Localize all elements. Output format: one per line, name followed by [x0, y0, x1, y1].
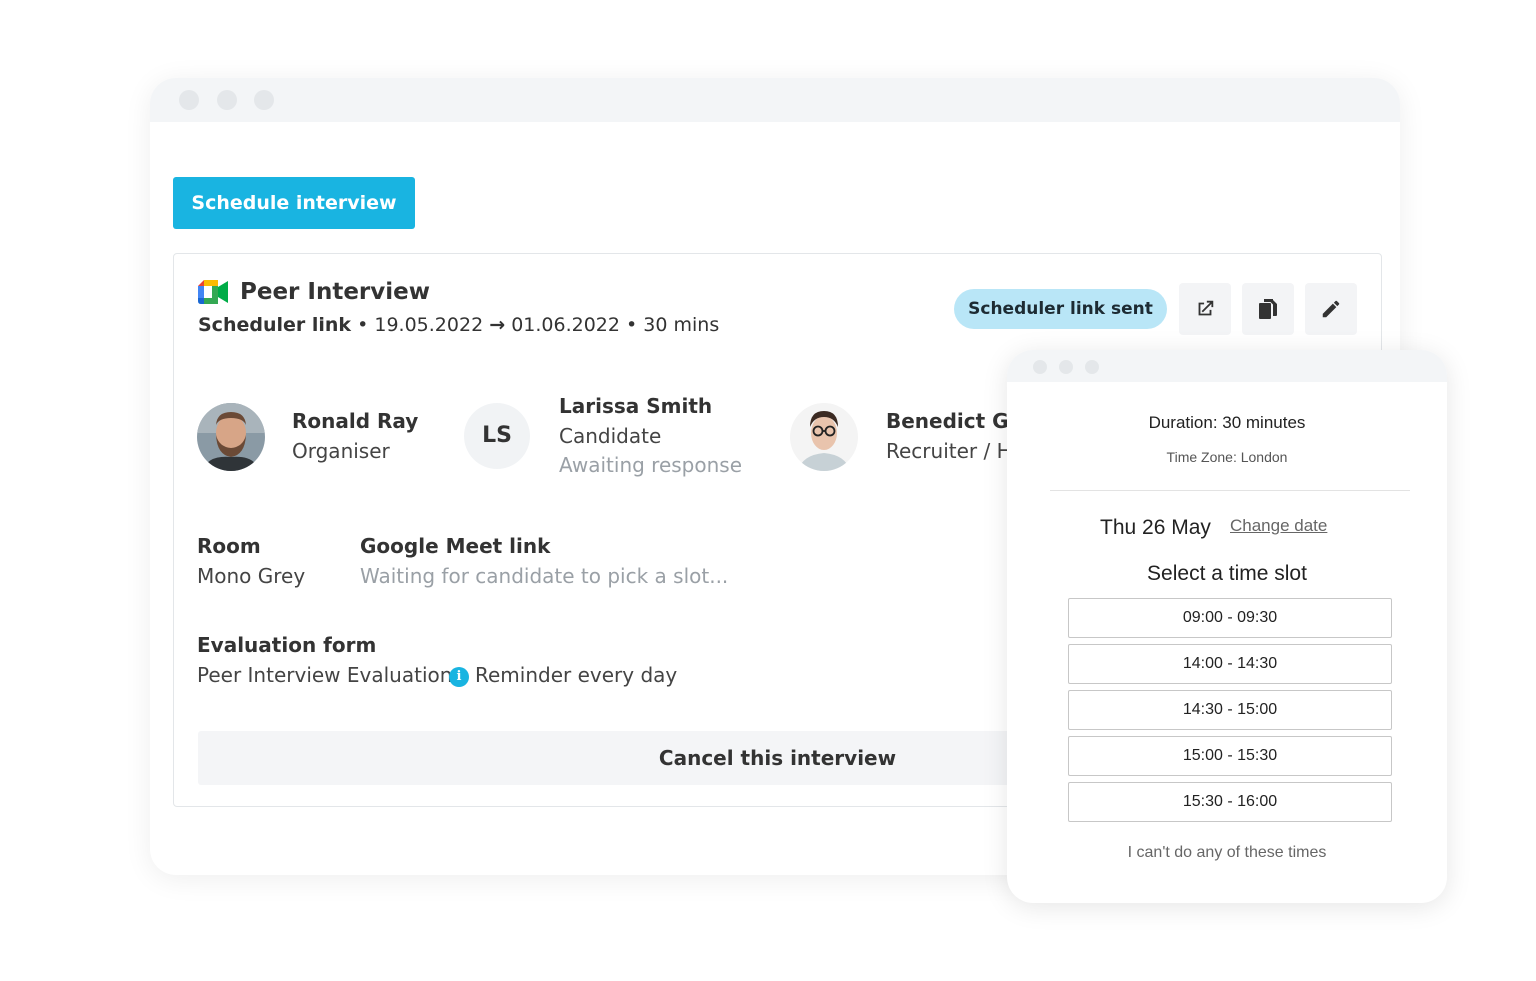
window-dot	[1059, 360, 1073, 374]
google-meet-icon	[198, 280, 228, 304]
window-dot	[254, 90, 274, 110]
window-dot	[217, 90, 237, 110]
card-title-row: Peer Interview	[198, 279, 430, 305]
meet-link-label: Google Meet link	[360, 534, 551, 558]
room-value: Mono Grey	[197, 564, 306, 588]
participant-status: Awaiting response	[559, 453, 743, 477]
end-date: 01.06.2022	[511, 314, 620, 336]
cancel-interview-label: Cancel this interview	[658, 746, 897, 770]
scheduler-type: Scheduler link	[198, 314, 352, 336]
cant-do-link[interactable]: I can't do any of these times	[1007, 844, 1447, 862]
avatar-benedict	[790, 403, 858, 471]
time-slot-button[interactable]: 14:30 - 15:00	[1068, 690, 1392, 730]
bullet: •	[626, 314, 638, 336]
scheduler-popup: Duration: 30 minutes Time Zone: London T…	[1007, 350, 1447, 903]
meet-link-status: Waiting for candidate to pick a slot...	[360, 564, 729, 588]
popup-titlebar	[1007, 350, 1447, 382]
copy-icon	[1259, 299, 1277, 319]
avatar-initials: LS	[464, 403, 530, 469]
info-icon: i	[449, 667, 469, 687]
pencil-icon	[1322, 300, 1340, 318]
schedule-interview-button[interactable]: Schedule interview	[173, 177, 415, 229]
window-dot	[1085, 360, 1099, 374]
participant-name: Ronald Ray	[292, 409, 419, 433]
participant-role: Candidate	[559, 424, 662, 448]
start-date: 19.05.2022	[374, 314, 484, 336]
avatar-photo	[197, 403, 265, 471]
select-slot-title: Select a time slot	[1147, 562, 1307, 585]
window-titlebar	[150, 78, 1400, 122]
participant-name: Larissa Smith	[559, 394, 713, 418]
duration: 30 mins	[643, 314, 720, 336]
room-label: Room	[197, 534, 261, 558]
avatar-photo	[790, 403, 858, 471]
open-link-button[interactable]	[1179, 283, 1231, 335]
participant-role: Organiser	[292, 439, 390, 463]
reminder-text: Reminder every day	[475, 663, 678, 687]
card-subtitle: Scheduler link • 19.05.2022 → 01.06.2022…	[198, 314, 719, 336]
window-dot	[1033, 360, 1047, 374]
status-badge: Scheduler link sent	[954, 289, 1167, 329]
evaluation-form-link[interactable]: Peer Interview Evaluation	[197, 663, 452, 687]
change-date-link[interactable]: Change date	[1230, 516, 1327, 536]
external-link-icon	[1198, 300, 1214, 316]
divider	[1050, 490, 1410, 491]
arrow: →	[489, 314, 506, 336]
copy-button[interactable]	[1242, 283, 1294, 335]
avatar-ronald-ray	[197, 403, 265, 471]
time-slot-button[interactable]: 15:00 - 15:30	[1068, 736, 1392, 776]
time-slot-button[interactable]: 15:30 - 16:00	[1068, 782, 1392, 822]
participant-role: Recruiter / H	[886, 439, 1012, 463]
bullet: •	[357, 314, 369, 336]
evaluation-label: Evaluation form	[197, 633, 377, 657]
participant-name: Benedict Go	[886, 409, 1023, 433]
selected-date: Thu 26 May	[1100, 516, 1211, 539]
time-slot-button[interactable]: 09:00 - 09:30	[1068, 598, 1392, 638]
edit-button[interactable]	[1305, 283, 1357, 335]
card-title: Peer Interview	[240, 279, 430, 305]
window-dot	[179, 90, 199, 110]
time-slot-button[interactable]: 14:00 - 14:30	[1068, 644, 1392, 684]
popup-duration: Duration: 30 minutes	[1148, 413, 1306, 432]
popup-timezone: Time Zone: London	[1166, 449, 1288, 465]
